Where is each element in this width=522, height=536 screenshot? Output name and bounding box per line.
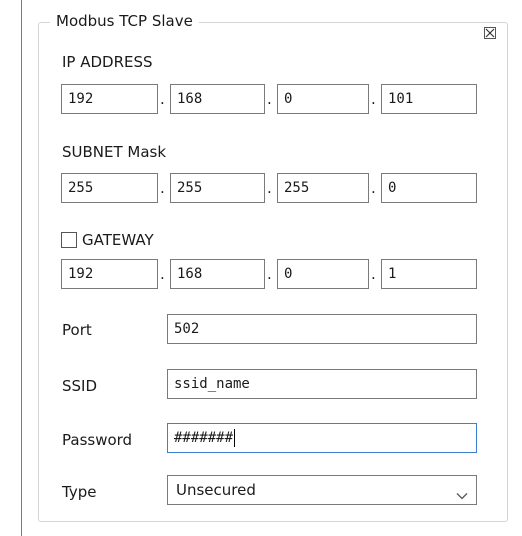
password-label: Password bbox=[62, 431, 133, 449]
group-title: Modbus TCP Slave bbox=[50, 10, 199, 32]
chevron-down-icon bbox=[456, 486, 468, 504]
subnet-separator-2: . bbox=[267, 179, 272, 197]
ip-octet-3-input[interactable]: 0 bbox=[277, 84, 369, 114]
gateway-octet-4-input[interactable]: 1 bbox=[381, 259, 477, 289]
subnet-octet-2-input[interactable]: 255 bbox=[170, 173, 265, 203]
port-input[interactable]: 502 bbox=[167, 314, 477, 344]
ip-octet-2-input[interactable]: 168 bbox=[170, 84, 265, 114]
gateway-checkbox[interactable] bbox=[61, 232, 77, 248]
ip-separator-1: . bbox=[160, 90, 165, 108]
ip-octet-4-input[interactable]: 101 bbox=[381, 84, 477, 114]
subnet-mask-label: SUBNET Mask bbox=[62, 143, 167, 161]
gateway-octet-3-input[interactable]: 0 bbox=[277, 259, 369, 289]
type-selected-value: Unsecured bbox=[176, 481, 256, 499]
gateway-label: GATEWAY bbox=[82, 231, 154, 249]
password-input[interactable]: ####### bbox=[167, 423, 477, 453]
ip-separator-2: . bbox=[267, 90, 272, 108]
close-box-icon[interactable] bbox=[484, 27, 496, 39]
password-value: ####### bbox=[174, 430, 234, 446]
text-caret bbox=[234, 429, 236, 447]
subnet-octet-3-input[interactable]: 255 bbox=[277, 173, 369, 203]
ssid-input[interactable]: ssid_name bbox=[167, 369, 477, 399]
ip-octet-1-input[interactable]: 192 bbox=[61, 84, 158, 114]
ip-address-label: IP ADDRESS bbox=[62, 53, 153, 71]
subnet-octet-4-input[interactable]: 0 bbox=[381, 173, 477, 203]
ssid-label: SSID bbox=[62, 377, 98, 395]
gateway-separator-2: . bbox=[267, 265, 272, 283]
gateway-octet-2-input[interactable]: 168 bbox=[170, 259, 265, 289]
gateway-separator-1: . bbox=[160, 265, 165, 283]
subnet-separator-3: . bbox=[371, 179, 376, 197]
port-label: Port bbox=[62, 321, 92, 339]
subnet-separator-1: . bbox=[160, 179, 165, 197]
ip-separator-3: . bbox=[371, 90, 376, 108]
gateway-octet-1-input[interactable]: 192 bbox=[61, 259, 158, 289]
gateway-separator-3: . bbox=[371, 265, 376, 283]
type-select[interactable]: Unsecured bbox=[167, 475, 477, 505]
subnet-octet-1-input[interactable]: 255 bbox=[61, 173, 158, 203]
panel-left-edge bbox=[21, 0, 22, 536]
type-label: Type bbox=[62, 483, 97, 501]
